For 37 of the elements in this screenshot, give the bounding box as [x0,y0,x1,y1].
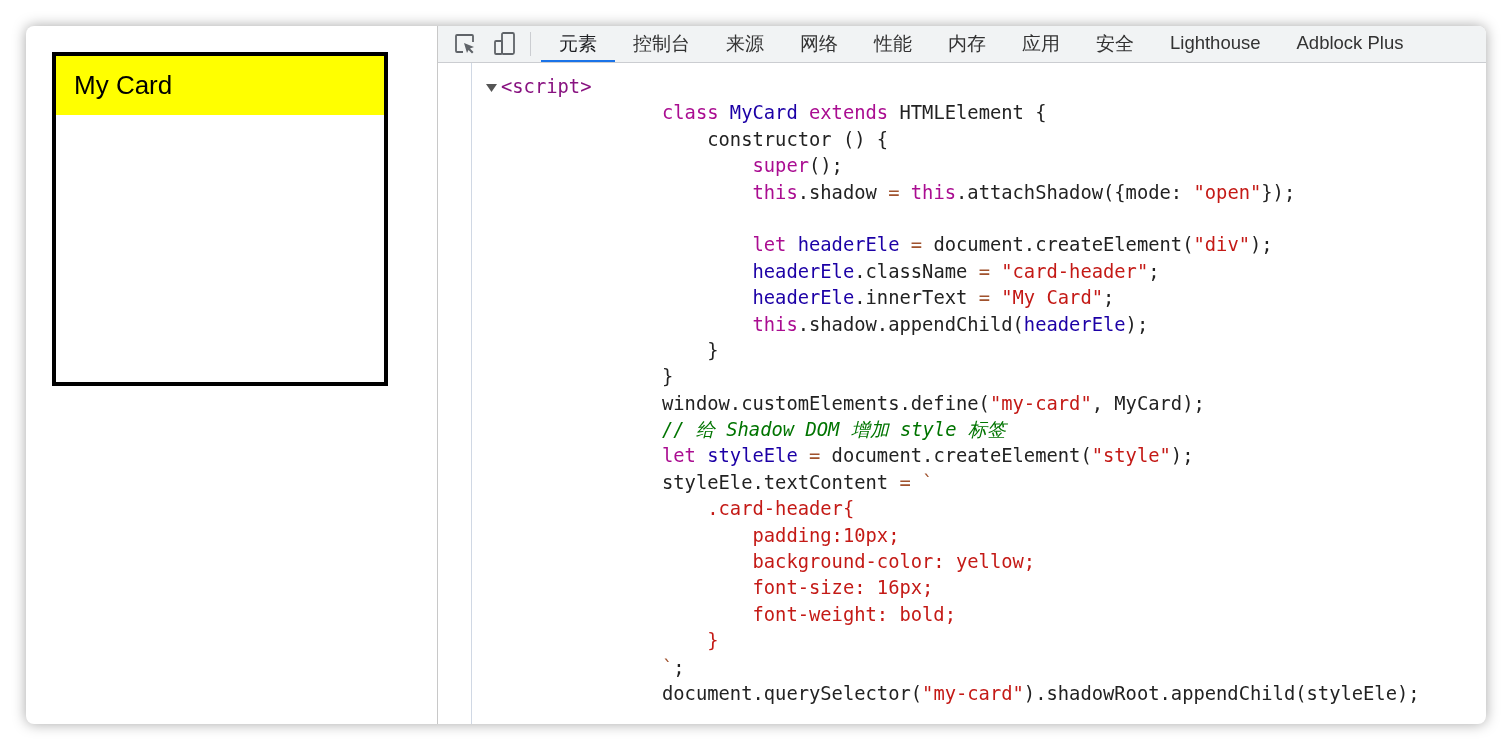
panel-tab[interactable]: Adblock Plus [1278,26,1422,62]
panel-tab[interactable]: 来源 [708,26,782,62]
code-line: // 给 Shadow DOM 增加 style 标签 [662,419,1006,441]
code-line: styleEle.textContent = ` [662,471,934,493]
script-tag[interactable]: <script> [501,74,592,101]
code-line: let headerEle = document.createElement("div"); [751,234,1273,256]
code-line: .card-header{ [706,498,855,520]
code-line: let styleEle = document.createElement("style"); [662,445,1194,467]
panel-tab[interactable]: 安全 [1078,26,1152,62]
code-line: this.shadow = this.attachShadow({mode: "open"}); [751,181,1296,203]
panel-tab[interactable]: 控制台 [615,26,708,62]
code-line: padding:10px; [751,524,900,546]
code-line: constructor () { [706,128,889,150]
code-line: `; [662,656,685,678]
device-icon[interactable] [494,32,516,56]
code-line: super(); [751,155,843,177]
code-line: headerEle.className = "card-header"; [751,260,1160,282]
code-line: font-size: 16px; [751,577,934,599]
panel-tab[interactable]: 性能 [856,26,930,62]
panel-tab[interactable]: 网络 [782,26,856,62]
card-header: My Card [56,56,384,115]
expand-triangle-icon[interactable] [486,81,497,93]
code-line: } [706,630,719,652]
code-line: this.shadow.appendChild(headerEle); [751,313,1149,335]
panel-tab[interactable]: 内存 [930,26,1004,62]
code-line: document.querySelector("my-card").shadowRoot.appendChild(styleEle); [662,683,1420,704]
code-line: window.customElements.define("my-card", MyCard); [662,392,1205,414]
code-line: background-color: yellow; [751,551,1036,573]
code-line: font-weight: bold; [751,603,956,625]
code-line: } [706,339,719,361]
panel-tab[interactable]: 元素 [541,26,615,62]
code-line: headerEle.innerText = "My Card"; [751,287,1115,309]
panel-tab[interactable]: 应用 [1004,26,1078,62]
code-line: } [662,366,674,388]
panel-tab[interactable]: Lighthouse [1152,26,1279,62]
inspect-icon[interactable] [454,33,476,55]
code-line: class MyCard extends HTMLElement { [662,102,1047,124]
